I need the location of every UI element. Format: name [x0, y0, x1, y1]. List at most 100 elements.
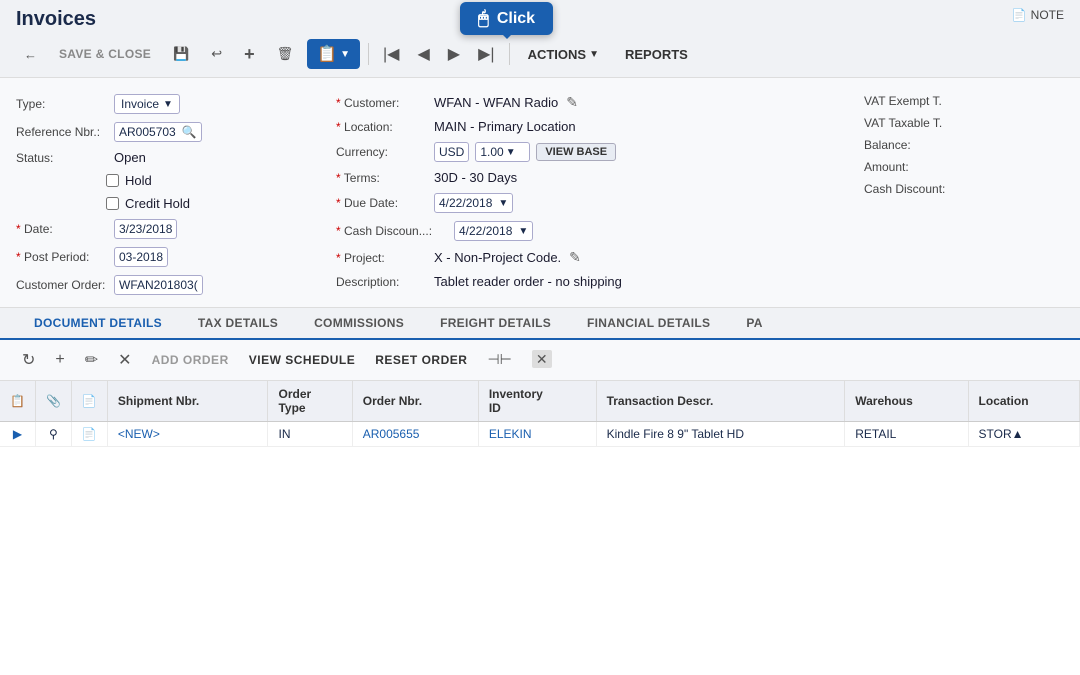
project-row: Project: X - Non-Project Code. ✎: [336, 247, 844, 268]
fit-columns-button[interactable]: ⊣⊢: [481, 347, 517, 373]
tabs-bar: DOCUMENT DETAILS TAX DETAILS COMMISSIONS…: [0, 308, 1080, 340]
row-warehouse: RETAIL: [845, 422, 968, 447]
project-label: Project:: [336, 251, 426, 265]
description-label: Description:: [336, 275, 426, 289]
project-edit-icon[interactable]: ✎: [569, 249, 581, 266]
trash-icon: 🗑: [277, 46, 294, 62]
table-header-row: 📋 📎 📄 Shipment Nbr. OrderType Order Nbr.…: [0, 381, 1080, 422]
tab-freight-details[interactable]: FREIGHT DETAILS: [422, 308, 569, 340]
tab-pa[interactable]: PA: [728, 308, 780, 340]
currency-rate-input[interactable]: 1.00 ▼: [475, 142, 530, 162]
page-title: Invoices: [16, 8, 96, 31]
col-shipment-nbr: Shipment Nbr.: [107, 381, 268, 422]
tab-tax-details[interactable]: TAX DETAILS: [180, 308, 296, 340]
row-shipment-nbr[interactable]: <NEW>: [107, 422, 268, 447]
hold-label: Hold: [125, 173, 152, 188]
tab-commissions[interactable]: COMMISSIONS: [296, 308, 422, 340]
save-close-button[interactable]: SAVE & CLOSE: [51, 43, 159, 65]
note-button[interactable]: 📄 NOTE: [1012, 8, 1064, 22]
cash-discount-label: Cash Discoun...:: [336, 224, 446, 238]
currency-input[interactable]: USD: [434, 142, 469, 162]
reset-order-button[interactable]: RESET ORDER: [369, 349, 473, 371]
last-nav-button[interactable]: ▶|: [472, 40, 500, 68]
amount-label: Amount:: [864, 160, 954, 174]
refresh-button[interactable]: ↻: [16, 346, 41, 374]
first-nav-button[interactable]: |◀: [377, 40, 405, 68]
view-schedule-button[interactable]: VIEW SCHEDULE: [243, 349, 362, 371]
document-icon: 📄: [1012, 8, 1027, 22]
actions-button[interactable]: ACTIONS ▼: [518, 43, 609, 66]
due-date-label: Due Date:: [336, 196, 426, 210]
col-icon2: 📎: [35, 381, 71, 422]
fit-icon: ⊣⊢: [487, 351, 511, 367]
post-period-row: Post Period: 03-2018: [16, 245, 336, 269]
row-transaction-descr: Kindle Fire 8 9" Tablet HD: [596, 422, 845, 447]
row-inventory-id[interactable]: ELEKIN: [478, 422, 596, 447]
separator: [368, 43, 369, 65]
delete-button[interactable]: 🗑: [269, 42, 302, 66]
customer-order-label: Customer Order:: [16, 278, 106, 292]
back-button[interactable]: ←: [16, 43, 45, 66]
vat-exempt-label: VAT Exempt T.: [864, 94, 954, 108]
next-nav-button[interactable]: ▶: [442, 40, 466, 68]
customer-edit-icon[interactable]: ✎: [566, 94, 578, 111]
clear-button[interactable]: ✕: [526, 347, 558, 373]
form-area: Type: Invoice ▼ Reference Nbr.: AR005703…: [0, 78, 1080, 308]
tab-document-details[interactable]: DOCUMENT DETAILS: [16, 308, 180, 340]
ref-input[interactable]: AR005703 🔍: [114, 122, 202, 142]
app-window: 🖱 Click Invoices 📄 NOTE ← SAVE & CLOSE 💾…: [0, 0, 1080, 675]
balance-label: Balance:: [864, 138, 954, 152]
back-icon: ←: [24, 47, 37, 62]
first-icon: |◀: [383, 46, 399, 63]
row-location: STOR▲: [968, 422, 1079, 447]
edit-row-icon: ✏: [85, 352, 98, 369]
cash-discount-input[interactable]: 4/22/2018 ▼: [454, 221, 533, 241]
vat-taxable-row: VAT Taxable T.: [864, 114, 1064, 132]
row-link-icon: ⚲: [35, 422, 71, 447]
detail-edit-button[interactable]: ✏: [79, 346, 104, 374]
customer-order-row: Customer Order: WFAN201803(: [16, 273, 336, 297]
cash-discount2-row: Cash Discount:: [864, 180, 1064, 198]
table-row[interactable]: ▶ ⚲ 📄 <NEW> IN AR005655 ELEKIN Kindle Fi…: [0, 422, 1080, 447]
copy-icon: 📋: [317, 44, 337, 64]
description-value: Tablet reader order - no shipping: [434, 274, 622, 289]
document-details-table: 📋 📎 📄 Shipment Nbr. OrderType Order Nbr.…: [0, 381, 1080, 447]
ref-label: Reference Nbr.:: [16, 125, 106, 139]
delete-row-icon: ✕: [118, 352, 131, 369]
col-icon3: 📄: [71, 381, 107, 422]
tab-financial-details[interactable]: FINANCIAL DETAILS: [569, 308, 728, 340]
row-order-nbr[interactable]: AR005655: [352, 422, 478, 447]
hold-checkbox[interactable]: [106, 174, 119, 187]
search-icon: 🔍: [182, 125, 197, 139]
table-area: 📋 📎 📄 Shipment Nbr. OrderType Order Nbr.…: [0, 381, 1080, 675]
add-order-button[interactable]: ADD ORDER: [146, 349, 235, 371]
undo-button[interactable]: ↩: [203, 42, 230, 66]
type-select[interactable]: Invoice ▼: [114, 94, 180, 114]
detail-delete-button[interactable]: ✕: [112, 346, 137, 374]
customer-order-input[interactable]: WFAN201803(: [114, 275, 203, 295]
status-value: Open: [114, 150, 146, 165]
credit-hold-checkbox[interactable]: [106, 197, 119, 210]
post-period-input[interactable]: 03-2018: [114, 247, 168, 267]
form-col-left: Type: Invoice ▼ Reference Nbr.: AR005703…: [16, 92, 336, 297]
add-button[interactable]: +: [236, 40, 263, 69]
copy-button[interactable]: 📋 ▼: [307, 39, 360, 69]
view-base-button[interactable]: VIEW BASE: [536, 143, 616, 161]
due-date-input[interactable]: 4/22/2018 ▼: [434, 193, 513, 213]
terms-value: 30D - 30 Days: [434, 170, 517, 185]
add-icon: +: [244, 44, 255, 65]
ref-row: Reference Nbr.: AR005703 🔍: [16, 120, 336, 144]
detail-add-button[interactable]: +: [49, 347, 70, 373]
click-label: Click: [497, 10, 535, 28]
vat-exempt-row: VAT Exempt T.: [864, 92, 1064, 110]
post-period-label: Post Period:: [16, 250, 106, 264]
row-order-type: IN: [268, 422, 352, 447]
date-input[interactable]: 3/23/2018: [114, 219, 177, 239]
dropdown-icon: ▼: [506, 147, 516, 158]
save-button[interactable]: 💾: [165, 42, 197, 66]
customer-value: WFAN - WFAN Radio: [434, 95, 558, 110]
reports-button[interactable]: REPORTS: [615, 43, 698, 66]
prev-nav-button[interactable]: ◀: [411, 40, 435, 68]
dropdown-arrow: ▼: [340, 49, 350, 60]
refresh-icon: ↻: [22, 352, 35, 369]
